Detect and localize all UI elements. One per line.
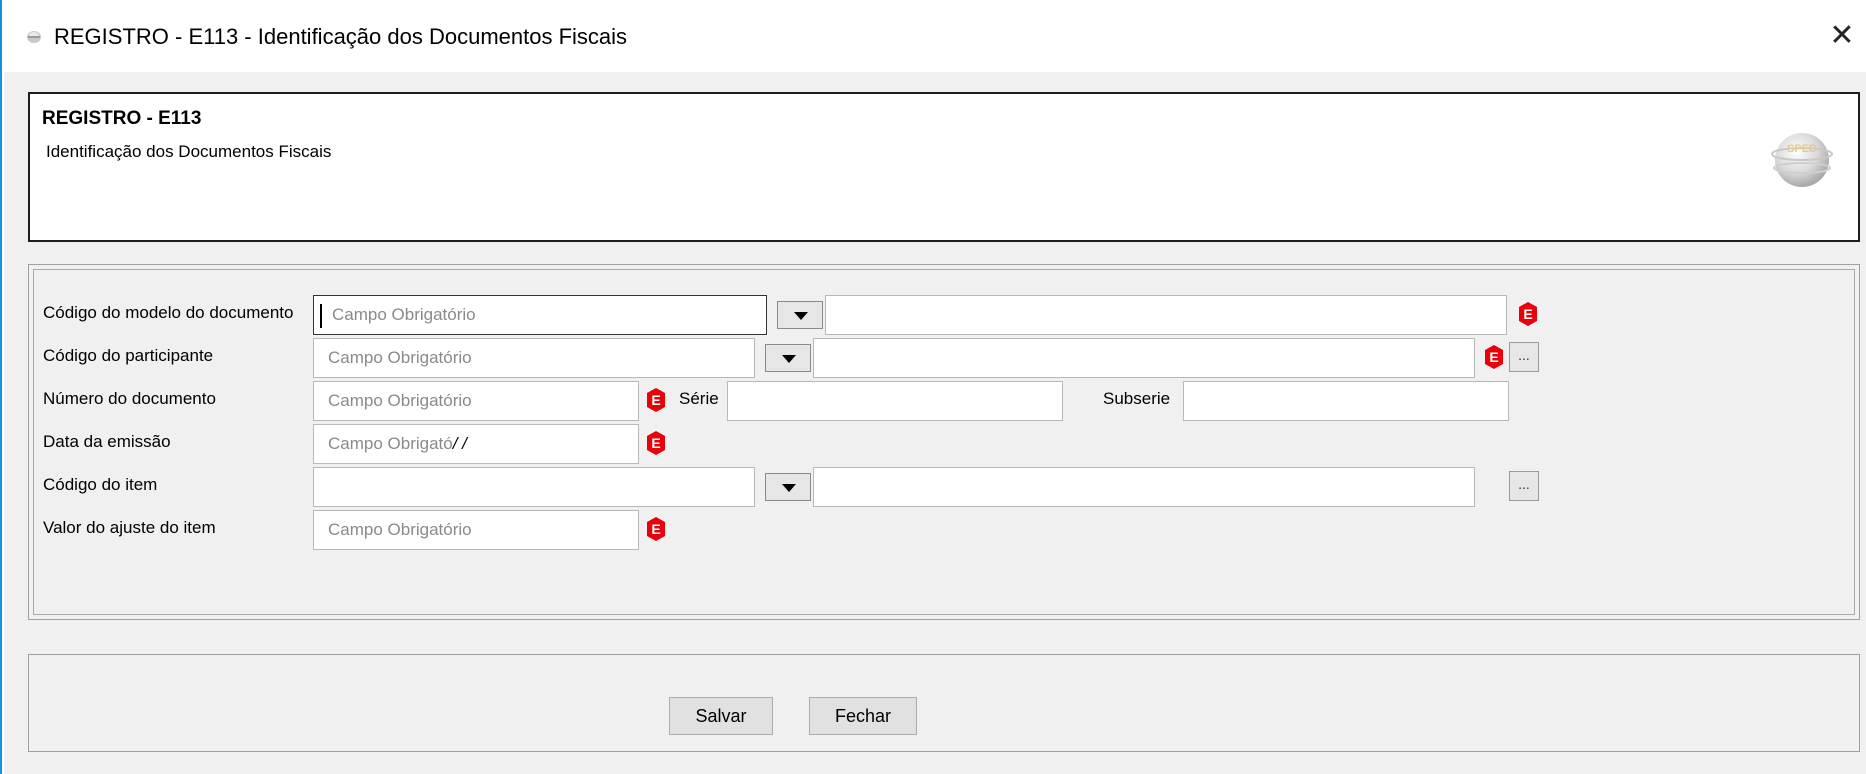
register-title: REGISTRO - E113 <box>42 108 202 129</box>
numero-label: Número do documento <box>43 389 216 408</box>
numero-error-icon: E <box>647 388 665 412</box>
participante-placeholder: Campo Obrigatório <box>328 348 472 367</box>
dialog-window: REGISTRO - E113 - Identificação dos Docu… <box>0 0 1866 774</box>
text-caret <box>320 303 322 328</box>
modelo-error-icon: E <box>1519 302 1537 326</box>
participante-code-input[interactable]: Campo Obrigatório <box>313 338 755 378</box>
valor-input[interactable]: Campo Obrigatório <box>313 510 639 550</box>
participante-browse-button[interactable]: ... <box>1509 342 1539 372</box>
data-placeholder: Campo Obrigató <box>328 434 453 453</box>
item-browse-button[interactable]: ... <box>1509 471 1539 501</box>
register-header: REGISTRO - E113 Identificação dos Docume… <box>28 92 1860 242</box>
serie-input[interactable] <box>727 381 1063 421</box>
svg-text:E: E <box>651 435 660 451</box>
participante-dropdown-button[interactable] <box>765 344 811 372</box>
modelo-description-field[interactable] <box>825 295 1507 335</box>
svg-text:E: E <box>1523 306 1532 322</box>
save-button[interactable]: Salvar <box>669 697 773 735</box>
data-emissao-input[interactable]: Campo Obrigató/ / <box>313 424 639 464</box>
svg-text:E: E <box>651 521 660 537</box>
data-error-icon: E <box>647 431 665 455</box>
svg-text:E: E <box>1489 349 1498 365</box>
date-mask: / / <box>452 434 467 453</box>
valor-error-icon: E <box>647 517 665 541</box>
modelo-label: Código do modelo do documento <box>43 303 294 322</box>
modelo-dropdown-button[interactable] <box>777 301 823 329</box>
data-label: Data da emissão <box>43 432 171 451</box>
modelo-code-input[interactable]: Campo Obrigatório <box>313 295 767 335</box>
item-label: Código do item <box>43 475 158 494</box>
numero-input[interactable]: Campo Obrigatório <box>313 381 639 421</box>
participante-error-icon: E <box>1485 345 1503 369</box>
form-panel: Código do modelo do documento Campo Obri… <box>28 264 1860 620</box>
serie-label: Série <box>679 389 719 408</box>
title-bar: REGISTRO - E113 - Identificação dos Docu… <box>4 0 1866 72</box>
register-subtitle: Identificação dos Documentos Fiscais <box>46 142 332 161</box>
sped-logo-text: SPED <box>1787 143 1817 155</box>
subserie-label: Subserie <box>1103 389 1171 408</box>
participante-description-field[interactable] <box>813 338 1475 378</box>
modelo-placeholder: Campo Obrigatório <box>332 305 476 324</box>
subserie-input[interactable] <box>1183 381 1509 421</box>
dialog-client-area: REGISTRO - E113 Identificação dos Docume… <box>4 72 1866 774</box>
item-code-input[interactable] <box>313 467 755 507</box>
window-title: REGISTRO - E113 - Identificação dos Docu… <box>54 24 628 49</box>
participante-label: Código do participante <box>43 346 214 365</box>
button-panel: Salvar Fechar <box>28 654 1860 752</box>
sped-logo-icon: SPED <box>1771 133 1833 187</box>
svg-text:E: E <box>651 392 660 408</box>
valor-label: Valor do ajuste do item <box>43 518 216 537</box>
item-dropdown-button[interactable] <box>765 473 811 501</box>
item-description-field[interactable] <box>813 467 1475 507</box>
close-window-button[interactable]: ✕ <box>1826 18 1858 54</box>
close-button[interactable]: Fechar <box>809 697 917 735</box>
app-icon <box>27 31 41 43</box>
numero-placeholder: Campo Obrigatório <box>328 391 472 410</box>
valor-placeholder: Campo Obrigatório <box>328 520 472 539</box>
